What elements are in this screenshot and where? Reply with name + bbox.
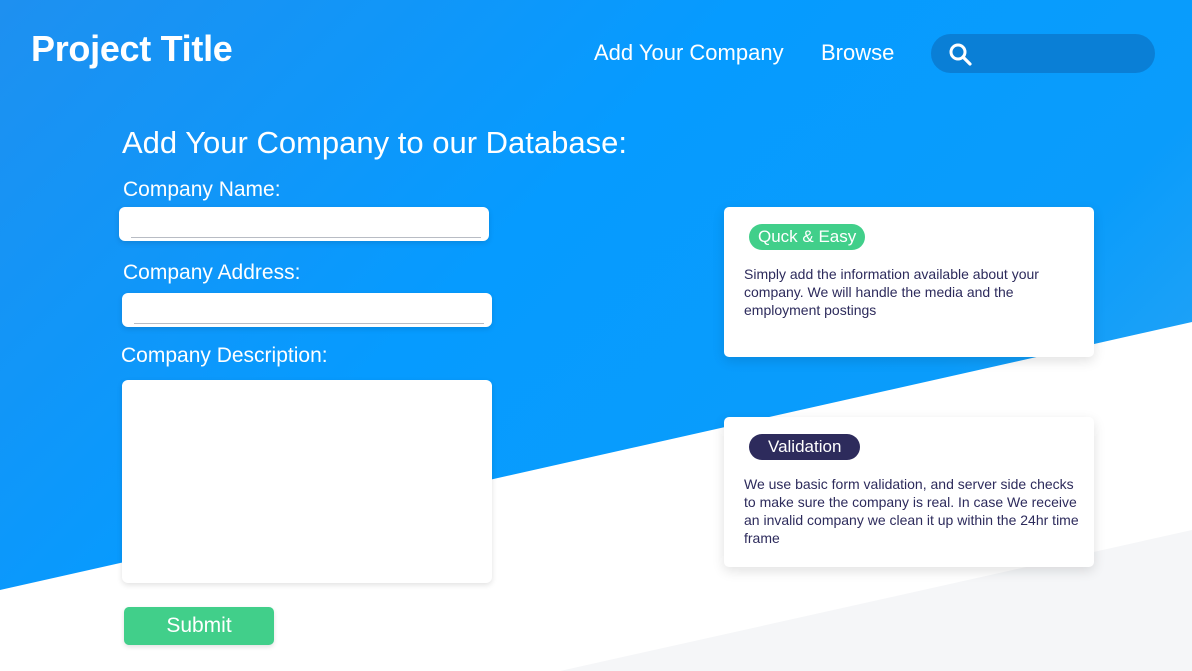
brand-title[interactable]: Project Title: [31, 28, 233, 70]
company-description-label: Company Description:: [121, 344, 328, 367]
info-card-quick-easy: Quck & Easy Simply add the information a…: [724, 207, 1094, 357]
info-card-validation: Validation We use basic form validation,…: [724, 417, 1094, 567]
company-name-input[interactable]: [131, 211, 481, 238]
quick-easy-badge: Quck & Easy: [749, 224, 866, 250]
company-description-field[interactable]: [122, 380, 492, 583]
company-name-field[interactable]: [119, 207, 489, 241]
company-name-label: Company Name:: [123, 178, 281, 201]
search-icon[interactable]: [948, 42, 972, 66]
company-address-input[interactable]: [134, 297, 484, 324]
form-heading: Add Your Company to our Database:: [122, 125, 627, 160]
quick-easy-text: Simply add the information available abo…: [744, 266, 1039, 318]
company-description-textarea[interactable]: [122, 380, 492, 583]
company-address-field[interactable]: [122, 293, 492, 327]
company-address-label: Company Address:: [123, 261, 301, 284]
nav-browse[interactable]: Browse: [821, 40, 894, 66]
submit-button[interactable]: Submit: [124, 607, 274, 645]
search-bar[interactable]: [931, 34, 1155, 73]
validation-text: We use basic form validation, and server…: [744, 476, 1079, 546]
search-input[interactable]: [981, 40, 1145, 68]
nav-add-company[interactable]: Add Your Company: [594, 40, 784, 66]
validation-badge: Validation: [749, 434, 861, 460]
